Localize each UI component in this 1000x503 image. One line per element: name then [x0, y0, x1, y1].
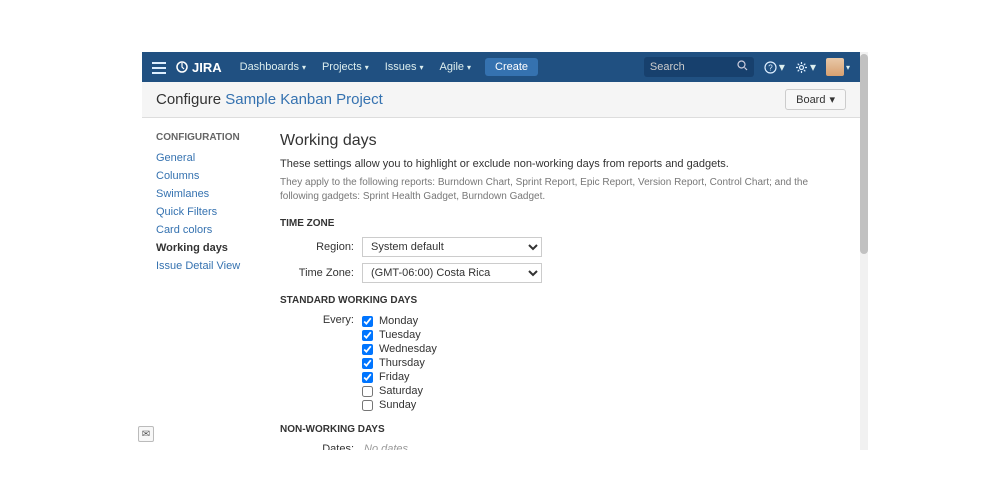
day-sunday[interactable]: Sunday: [362, 398, 437, 412]
gear-icon[interactable]: ▾: [795, 60, 816, 74]
every-label: Every:: [280, 314, 362, 326]
day-checkbox-tuesday[interactable]: [362, 330, 373, 341]
day-checkbox-wednesday[interactable]: [362, 344, 373, 355]
config-sidebar: CONFIGURATION GeneralColumnsSwimlanesQui…: [142, 118, 272, 450]
section-title: Working days: [280, 132, 844, 150]
timezone-select[interactable]: (GMT-06:00) Costa Rica: [362, 263, 542, 283]
main-panel: Working days These settings allow you to…: [272, 118, 860, 450]
logo-text: JIRA: [192, 60, 222, 75]
dates-label: Dates:: [280, 443, 362, 450]
sidebar-item-quick-filters[interactable]: Quick Filters: [156, 203, 262, 221]
page-title: Configure Sample Kanban Project: [156, 91, 383, 108]
chevron-down-icon: ▾: [846, 63, 850, 72]
day-saturday[interactable]: Saturday: [362, 384, 437, 398]
nav-projects[interactable]: Projects▾: [314, 61, 377, 73]
chevron-down-icon: ▾: [829, 93, 835, 106]
day-checkbox-monday[interactable]: [362, 316, 373, 327]
day-wednesday[interactable]: Wednesday: [362, 342, 437, 356]
day-friday[interactable]: Friday: [362, 370, 437, 384]
search-placeholder: Search: [650, 61, 685, 73]
sidebar-item-general[interactable]: General: [156, 149, 262, 167]
nav-dashboards[interactable]: Dashboards▾: [232, 61, 314, 73]
region-label: Region:: [280, 241, 362, 253]
nav-agile[interactable]: Agile▾: [432, 61, 479, 73]
day-label: Sunday: [379, 399, 416, 411]
sidebar-item-swimlanes[interactable]: Swimlanes: [156, 185, 262, 203]
day-label: Wednesday: [379, 343, 437, 355]
day-label: Thursday: [379, 357, 425, 369]
search-input[interactable]: Search: [644, 57, 754, 77]
chevron-down-icon: ▾: [420, 63, 424, 72]
page-header: Configure Sample Kanban Project Board ▾: [142, 82, 860, 118]
day-label: Tuesday: [379, 329, 421, 341]
sidebar-item-issue-detail-view[interactable]: Issue Detail View: [156, 257, 262, 275]
chevron-down-icon: ▾: [365, 63, 369, 72]
nav-issues[interactable]: Issues▾: [377, 61, 432, 73]
standard-days-heading: STANDARD WORKING DAYS: [280, 295, 844, 306]
scrollbar-thumb[interactable]: [860, 54, 868, 254]
avatar[interactable]: [826, 58, 844, 76]
day-tuesday[interactable]: Tuesday: [362, 328, 437, 342]
chevron-down-icon: ▾: [779, 60, 785, 74]
day-thursday[interactable]: Thursday: [362, 356, 437, 370]
days-group: Monday Tuesday Wednesday Thursday Friday Satu…: [362, 314, 437, 412]
chevron-down-icon: ▾: [302, 63, 306, 72]
chevron-down-icon: ▾: [810, 60, 816, 74]
day-checkbox-thursday[interactable]: [362, 358, 373, 369]
sidebar-item-card-colors[interactable]: Card colors: [156, 221, 262, 239]
sidebar-item-working-days[interactable]: Working days: [156, 239, 262, 257]
day-label: Monday: [379, 315, 418, 327]
day-label: Saturday: [379, 385, 423, 397]
subintro-text: They apply to the following reports: Bur…: [280, 176, 844, 204]
day-monday[interactable]: Monday: [362, 314, 437, 328]
nonworking-heading: NON-WORKING DAYS: [280, 424, 844, 435]
svg-text:?: ?: [768, 63, 773, 72]
menu-icon[interactable]: [152, 60, 170, 74]
timezone-heading: TIME ZONE: [280, 218, 844, 229]
scrollbar[interactable]: [860, 52, 868, 450]
timezone-label: Time Zone:: [280, 267, 362, 279]
sidebar-item-columns[interactable]: Columns: [156, 167, 262, 185]
top-navbar: JIRA Dashboards▾ Projects▾ Issues▾ Agile…: [142, 52, 860, 82]
day-checkbox-friday[interactable]: [362, 372, 373, 383]
day-checkbox-saturday[interactable]: [362, 386, 373, 397]
project-link[interactable]: Sample Kanban Project: [225, 91, 383, 108]
sidebar-heading: CONFIGURATION: [156, 132, 262, 143]
jira-logo[interactable]: JIRA: [176, 60, 222, 75]
region-select[interactable]: System default: [362, 237, 542, 257]
day-label: Friday: [379, 371, 410, 383]
search-icon: [737, 60, 748, 74]
help-icon[interactable]: ? ▾: [764, 60, 785, 74]
chevron-down-icon: ▾: [467, 63, 471, 72]
board-dropdown[interactable]: Board ▾: [785, 89, 846, 110]
feedback-icon[interactable]: ✉: [138, 426, 154, 442]
day-checkbox-sunday[interactable]: [362, 400, 373, 411]
dates-value: No dates: [364, 443, 408, 450]
create-button[interactable]: Create: [485, 58, 538, 76]
intro-text: These settings allow you to highlight or…: [280, 158, 844, 170]
